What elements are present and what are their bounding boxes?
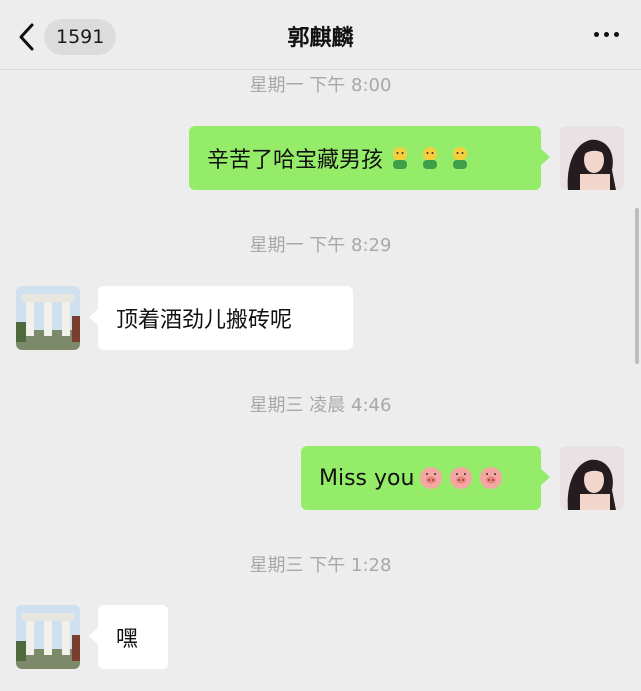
chat-header: 1591 郭麒麟 bbox=[0, 0, 641, 70]
message-text: Miss you bbox=[319, 465, 415, 491]
more-dots-icon bbox=[594, 32, 599, 37]
message-text: 顶着酒劲儿搬砖呢 bbox=[116, 308, 293, 333]
pig-emoji-icon bbox=[478, 465, 504, 491]
message-timestamp: 星期一 下午 8:00 bbox=[249, 75, 392, 96]
message-timestamp: 星期三 下午 1:28 bbox=[249, 555, 392, 576]
message-text: 嘿 bbox=[116, 627, 139, 652]
contact-avatar[interactable] bbox=[16, 605, 80, 669]
person-emoji-icon bbox=[387, 145, 413, 171]
chat-title: 郭麒麟 bbox=[287, 26, 354, 51]
self-avatar[interactable] bbox=[560, 446, 624, 510]
scrollbar[interactable] bbox=[635, 208, 639, 364]
message-timestamp: 星期三 凌晨 4:46 bbox=[249, 395, 392, 416]
message-text: 辛苦了哈宝藏男孩 bbox=[207, 148, 384, 173]
pig-emoji-icon bbox=[448, 465, 474, 491]
person-emoji-icon bbox=[417, 145, 443, 171]
self-avatar[interactable] bbox=[560, 126, 624, 190]
outgoing-message-bubble[interactable]: Miss you bbox=[301, 446, 550, 510]
person-emoji-icon bbox=[447, 145, 473, 171]
incoming-message-bubble[interactable]: 嘿 bbox=[89, 605, 168, 669]
more-options-button[interactable] bbox=[594, 32, 619, 37]
contact-avatar[interactable] bbox=[16, 286, 80, 350]
incoming-message-bubble[interactable]: 顶着酒劲儿搬砖呢 bbox=[89, 286, 353, 350]
outgoing-message-bubble[interactable]: 辛苦了哈宝藏男孩 bbox=[189, 126, 550, 190]
pig-emoji-icon bbox=[418, 465, 444, 491]
message-timestamp: 星期一 下午 8:29 bbox=[249, 235, 392, 256]
